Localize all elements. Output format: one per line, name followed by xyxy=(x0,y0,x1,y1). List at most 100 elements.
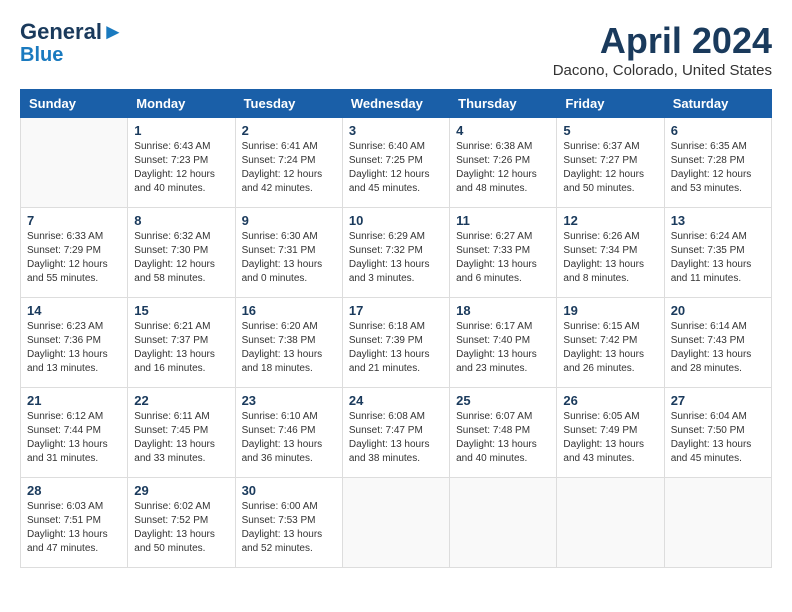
day-cell: 13 Sunrise: 6:24 AMSunset: 7:35 PMDayligh… xyxy=(664,208,771,298)
day-info: Sunrise: 6:38 AMSunset: 7:26 PMDaylight:… xyxy=(456,140,550,196)
day-number: 18 xyxy=(456,303,550,318)
calendar-table: SundayMondayTuesdayWednesdayThursdayFrid… xyxy=(20,89,772,568)
day-info: Sunrise: 6:03 AMSunset: 7:51 PMDaylight:… xyxy=(27,500,121,556)
day-info: Sunrise: 6:11 AMSunset: 7:45 PMDaylight:… xyxy=(134,410,228,466)
day-number: 5 xyxy=(563,123,657,138)
day-number: 15 xyxy=(134,303,228,318)
day-number: 10 xyxy=(349,213,443,228)
day-info: Sunrise: 6:15 AMSunset: 7:42 PMDaylight:… xyxy=(563,320,657,376)
day-number: 26 xyxy=(563,393,657,408)
day-cell xyxy=(21,118,128,208)
day-cell: 1Sunrise: 6:43 AMSunset: 7:23 PMDaylight… xyxy=(128,118,235,208)
day-number: 13 xyxy=(671,213,765,228)
day-number: 17 xyxy=(349,303,443,318)
day-info: Sunrise: 6:26 AMSunset: 7:34 PMDaylight:… xyxy=(563,230,657,286)
day-cell: 11Sunrise: 6:27 AMSunset: 7:33 PMDayligh… xyxy=(450,208,557,298)
weekday-header-saturday: Saturday xyxy=(664,90,771,118)
day-number: 8 xyxy=(134,213,228,228)
location-subtitle: Dacono, Colorado, United States xyxy=(553,62,772,79)
weekday-header-monday: Monday xyxy=(128,90,235,118)
day-cell: 28 Sunrise: 6:03 AMSunset: 7:51 PMDayligh… xyxy=(21,478,128,568)
day-cell: 9 Sunrise: 6:30 AMSunset: 7:31 PMDaylight… xyxy=(235,208,342,298)
day-cell: 20 Sunrise: 6:14 AMSunset: 7:43 PMDayligh… xyxy=(664,298,771,388)
day-number: 12 xyxy=(563,213,657,228)
day-info: Sunrise: 6:10 AMSunset: 7:46 PMDaylight:… xyxy=(242,410,336,466)
day-number: 30 xyxy=(242,483,336,498)
day-cell: 12 Sunrise: 6:26 AMSunset: 7:34 PMDayligh… xyxy=(557,208,664,298)
day-info: Sunrise: 6:41 AMSunset: 7:24 PMDaylight:… xyxy=(242,140,336,196)
week-row-4: 21 Sunrise: 6:12 AMSunset: 7:44 PMDayligh… xyxy=(21,388,772,478)
day-cell: 17 Sunrise: 6:18 AMSunset: 7:39 PMDayligh… xyxy=(342,298,449,388)
week-row-5: 28 Sunrise: 6:03 AMSunset: 7:51 PMDayligh… xyxy=(21,478,772,568)
day-cell: 3Sunrise: 6:40 AMSunset: 7:25 PMDaylight… xyxy=(342,118,449,208)
logo-text: General► xyxy=(20,20,124,44)
day-cell: 6Sunrise: 6:35 AMSunset: 7:28 PMDaylight… xyxy=(664,118,771,208)
day-info: Sunrise: 6:02 AMSunset: 7:52 PMDaylight:… xyxy=(134,500,228,556)
day-number: 21 xyxy=(27,393,121,408)
day-info: Sunrise: 6:12 AMSunset: 7:44 PMDaylight:… xyxy=(27,410,121,466)
day-cell xyxy=(557,478,664,568)
day-cell: 30 Sunrise: 6:00 AMSunset: 7:53 PMDayligh… xyxy=(235,478,342,568)
day-info: Sunrise: 6:20 AMSunset: 7:38 PMDaylight:… xyxy=(242,320,336,376)
day-info: Sunrise: 6:23 AMSunset: 7:36 PMDaylight:… xyxy=(27,320,121,376)
day-number: 9 xyxy=(242,213,336,228)
day-number: 11 xyxy=(456,213,550,228)
day-cell: 19 Sunrise: 6:15 AMSunset: 7:42 PMDayligh… xyxy=(557,298,664,388)
month-title: April 2024 xyxy=(553,20,772,62)
day-number: 23 xyxy=(242,393,336,408)
day-cell xyxy=(450,478,557,568)
day-number: 4 xyxy=(456,123,550,138)
day-cell: 22 Sunrise: 6:11 AMSunset: 7:45 PMDayligh… xyxy=(128,388,235,478)
day-cell: 21 Sunrise: 6:12 AMSunset: 7:44 PMDayligh… xyxy=(21,388,128,478)
day-cell: 24Sunrise: 6:08 AMSunset: 7:47 PMDayligh… xyxy=(342,388,449,478)
day-info: Sunrise: 6:14 AMSunset: 7:43 PMDaylight:… xyxy=(671,320,765,376)
weekday-header-thursday: Thursday xyxy=(450,90,557,118)
weekday-header-sunday: Sunday xyxy=(21,90,128,118)
day-info: Sunrise: 6:17 AMSunset: 7:40 PMDaylight:… xyxy=(456,320,550,376)
day-cell: 14Sunrise: 6:23 AMSunset: 7:36 PMDayligh… xyxy=(21,298,128,388)
day-number: 2 xyxy=(242,123,336,138)
day-cell: 16 Sunrise: 6:20 AMSunset: 7:38 PMDayligh… xyxy=(235,298,342,388)
title-area: April 2024 Dacono, Colorado, United Stat… xyxy=(553,20,772,79)
day-info: Sunrise: 6:35 AMSunset: 7:28 PMDaylight:… xyxy=(671,140,765,196)
day-number: 25 xyxy=(456,393,550,408)
day-number: 24 xyxy=(349,393,443,408)
day-number: 16 xyxy=(242,303,336,318)
day-info: Sunrise: 6:33 AMSunset: 7:29 PMDaylight:… xyxy=(27,230,121,286)
day-number: 22 xyxy=(134,393,228,408)
weekday-header-tuesday: Tuesday xyxy=(235,90,342,118)
day-info: Sunrise: 6:43 AMSunset: 7:23 PMDaylight:… xyxy=(134,140,228,196)
day-cell xyxy=(342,478,449,568)
day-number: 19 xyxy=(563,303,657,318)
day-info: Sunrise: 6:21 AMSunset: 7:37 PMDaylight:… xyxy=(134,320,228,376)
logo-blue: Blue xyxy=(20,44,63,66)
day-info: Sunrise: 6:00 AMSunset: 7:53 PMDaylight:… xyxy=(242,500,336,556)
day-cell: 29Sunrise: 6:02 AMSunset: 7:52 PMDayligh… xyxy=(128,478,235,568)
day-info: Sunrise: 6:05 AMSunset: 7:49 PMDaylight:… xyxy=(563,410,657,466)
weekday-header-wednesday: Wednesday xyxy=(342,90,449,118)
day-number: 27 xyxy=(671,393,765,408)
day-info: Sunrise: 6:32 AMSunset: 7:30 PMDaylight:… xyxy=(134,230,228,286)
day-cell: 2 Sunrise: 6:41 AMSunset: 7:24 PMDaylight… xyxy=(235,118,342,208)
day-number: 20 xyxy=(671,303,765,318)
day-info: Sunrise: 6:04 AMSunset: 7:50 PMDaylight:… xyxy=(671,410,765,466)
day-info: Sunrise: 6:37 AMSunset: 7:27 PMDaylight:… xyxy=(563,140,657,196)
day-info: Sunrise: 6:24 AMSunset: 7:35 PMDaylight:… xyxy=(671,230,765,286)
day-number: 28 xyxy=(27,483,121,498)
day-info: Sunrise: 6:18 AMSunset: 7:39 PMDaylight:… xyxy=(349,320,443,376)
weekday-header-friday: Friday xyxy=(557,90,664,118)
week-row-1: 1Sunrise: 6:43 AMSunset: 7:23 PMDaylight… xyxy=(21,118,772,208)
day-cell: 4 Sunrise: 6:38 AMSunset: 7:26 PMDaylight… xyxy=(450,118,557,208)
day-cell: 7 Sunrise: 6:33 AMSunset: 7:29 PMDaylight… xyxy=(21,208,128,298)
day-cell: 8 Sunrise: 6:32 AMSunset: 7:30 PMDaylight… xyxy=(128,208,235,298)
day-cell: 15 Sunrise: 6:21 AMSunset: 7:37 PMDayligh… xyxy=(128,298,235,388)
day-number: 7 xyxy=(27,213,121,228)
week-row-3: 14Sunrise: 6:23 AMSunset: 7:36 PMDayligh… xyxy=(21,298,772,388)
page-header: General► Blue April 2024 Dacono, Colorad… xyxy=(20,20,772,79)
day-cell: 18 Sunrise: 6:17 AMSunset: 7:40 PMDayligh… xyxy=(450,298,557,388)
day-info: Sunrise: 6:30 AMSunset: 7:31 PMDaylight:… xyxy=(242,230,336,286)
day-cell: 25Sunrise: 6:07 AMSunset: 7:48 PMDayligh… xyxy=(450,388,557,478)
day-cell: 5 Sunrise: 6:37 AMSunset: 7:27 PMDaylight… xyxy=(557,118,664,208)
day-number: 3 xyxy=(349,123,443,138)
day-cell: 27 Sunrise: 6:04 AMSunset: 7:50 PMDayligh… xyxy=(664,388,771,478)
